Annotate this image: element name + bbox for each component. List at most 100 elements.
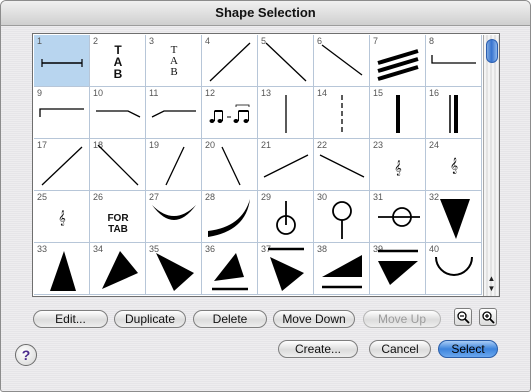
shape-cell-13[interactable]: 13 <box>258 87 314 139</box>
tilted-triangle-shape <box>102 251 138 289</box>
shape-cell-12[interactable]: 12 <box>202 87 258 139</box>
corner-line-shape <box>431 55 476 64</box>
shape-cell-29[interactable]: 29 <box>258 191 314 243</box>
circle-stem-shape <box>332 201 352 239</box>
bar-with-wedge-shape <box>378 249 418 285</box>
circle-bar-shape <box>378 207 420 227</box>
shape-cell-31[interactable]: 31 <box>370 191 426 243</box>
bar-with-triangle-shape <box>268 247 304 291</box>
shape-selection-dialog: Shape Selection 1 2 T A B 3 T A B 4 5 6 … <box>0 0 531 392</box>
select-button[interactable]: Select <box>438 340 498 358</box>
dashed-vertical-line-shape <box>341 95 343 133</box>
duplicate-button[interactable]: Duplicate <box>114 310 186 328</box>
wedge-with-bar-shape <box>322 255 362 289</box>
zoom-in-button[interactable] <box>479 308 497 326</box>
shape-cell-3[interactable]: 3 T A B <box>146 35 202 87</box>
shape-grid-panel: 1 2 T A B 3 T A B 4 5 6 7 8 9 10 11 12 1… <box>32 33 500 297</box>
title-bar[interactable]: Shape Selection <box>1 1 530 26</box>
rising-line-shape <box>209 42 251 82</box>
shape-cell-19[interactable]: 19 <box>146 139 202 191</box>
treble-clef-icon: 𝄞 <box>58 211 66 226</box>
treble-clef-icon: 𝄞 <box>449 158 459 174</box>
shape-cell-27[interactable]: 27 <box>146 191 202 243</box>
circle-stem-shape <box>276 201 296 235</box>
shape-cell-11[interactable]: 11 <box>146 87 202 139</box>
shape-number: 23 <box>373 140 384 150</box>
falling-line-shape <box>97 144 139 186</box>
shape-cell-28[interactable]: 28 <box>202 191 258 243</box>
shape-cell-9[interactable]: 9 <box>34 87 90 139</box>
rising-line-shape <box>41 146 83 186</box>
shape-number: 24 <box>429 140 440 150</box>
shallow-rising-line-shape <box>263 154 309 178</box>
shape-cell-8[interactable]: 8 <box>426 35 482 87</box>
zoom-out-icon <box>457 311 470 324</box>
hook-line-shape <box>151 110 196 118</box>
shape-cell-34[interactable]: 34 <box>90 243 146 295</box>
shape-cell-2[interactable]: 2 T A B <box>90 35 146 87</box>
shape-number: 25 <box>37 192 48 202</box>
shape-cell-39[interactable]: 39 <box>370 243 426 295</box>
horizontal-bracket-line-shape <box>41 59 83 67</box>
scroll-down-arrow[interactable]: ▼ <box>484 284 499 294</box>
shape-cell-15[interactable]: 15 <box>370 87 426 139</box>
shape-cell-23[interactable]: 23 𝄞 <box>370 139 426 191</box>
shape-cell-18[interactable]: 18 <box>90 139 146 191</box>
window-title: Shape Selection <box>215 5 316 20</box>
tilted-triangle-shape <box>156 253 194 291</box>
for-tab-line-2: TAB <box>108 224 128 235</box>
create-button[interactable]: Create... <box>278 340 358 358</box>
shape-grid: 1 2 T A B 3 T A B 4 5 6 7 8 9 10 11 12 1… <box>34 35 482 296</box>
cancel-button[interactable]: Cancel <box>369 340 431 358</box>
shape-cell-4[interactable]: 4 <box>202 35 258 87</box>
shape-cell-26[interactable]: 26 FOR TAB <box>90 191 146 243</box>
falling-line-shape <box>321 44 363 76</box>
shape-cell-24[interactable]: 24 𝄞 <box>426 139 482 191</box>
treble-clef-icon: 𝄞 <box>394 161 402 176</box>
shape-cell-17[interactable]: 17 <box>34 139 90 191</box>
for-tab-line-1: FOR <box>107 213 129 224</box>
move-up-button[interactable]: Move Up <box>363 310 441 328</box>
shape-cell-14[interactable]: 14 <box>314 87 370 139</box>
vertical-scrollbar[interactable]: ▲ ▼ <box>483 35 499 296</box>
shape-cell-10[interactable]: 10 <box>90 87 146 139</box>
shape-cell-20[interactable]: 20 <box>202 139 258 191</box>
steep-falling-line-shape <box>221 146 241 186</box>
shape-cell-33[interactable]: 33 <box>34 243 90 295</box>
triangle-with-bar-shape <box>212 253 248 291</box>
edit-button[interactable]: Edit... <box>33 310 108 328</box>
shape-cell-36[interactable]: 36 <box>202 243 258 295</box>
delete-button[interactable]: Delete <box>193 310 267 328</box>
shallow-falling-line-shape <box>319 154 365 178</box>
double-vertical-bar-shape <box>449 95 458 133</box>
shape-cell-5[interactable]: 5 <box>258 35 314 87</box>
shape-cell-40[interactable]: 40 <box>426 243 482 295</box>
shape-cell-1[interactable]: 1 <box>34 35 90 87</box>
help-button[interactable]: ? <box>15 344 37 366</box>
tab-serif-b: B <box>170 66 178 78</box>
zoom-in-icon <box>482 311 495 324</box>
up-triangle-shape <box>50 251 76 291</box>
shape-cell-25[interactable]: 25 𝄞 <box>34 191 90 243</box>
shape-cell-37[interactable]: 37 <box>258 243 314 295</box>
shape-cell-30[interactable]: 30 <box>314 191 370 243</box>
shape-cell-32[interactable]: 32 <box>426 191 482 243</box>
triple-slash-shape <box>377 49 419 81</box>
shape-cell-16[interactable]: 16 <box>426 87 482 139</box>
vertical-line-shape <box>285 95 287 133</box>
shape-cell-35[interactable]: 35 <box>146 243 202 295</box>
move-down-button[interactable]: Move Down <box>273 310 355 328</box>
zoom-out-button[interactable] <box>454 308 472 326</box>
arc-curve-shape <box>208 199 250 237</box>
steep-rising-line-shape <box>165 146 185 186</box>
scroll-up-arrow[interactable]: ▲ <box>484 274 499 284</box>
shape-cell-38[interactable]: 38 <box>314 243 370 295</box>
down-triangle-shape <box>440 199 470 239</box>
slur-curve-shape <box>152 205 196 220</box>
tab-bold-b: B <box>113 67 123 81</box>
shape-cell-21[interactable]: 21 <box>258 139 314 191</box>
shape-cell-6[interactable]: 6 <box>314 35 370 87</box>
shape-cell-22[interactable]: 22 <box>314 139 370 191</box>
shape-cell-7[interactable]: 7 <box>370 35 426 87</box>
scroll-thumb[interactable] <box>486 39 498 63</box>
